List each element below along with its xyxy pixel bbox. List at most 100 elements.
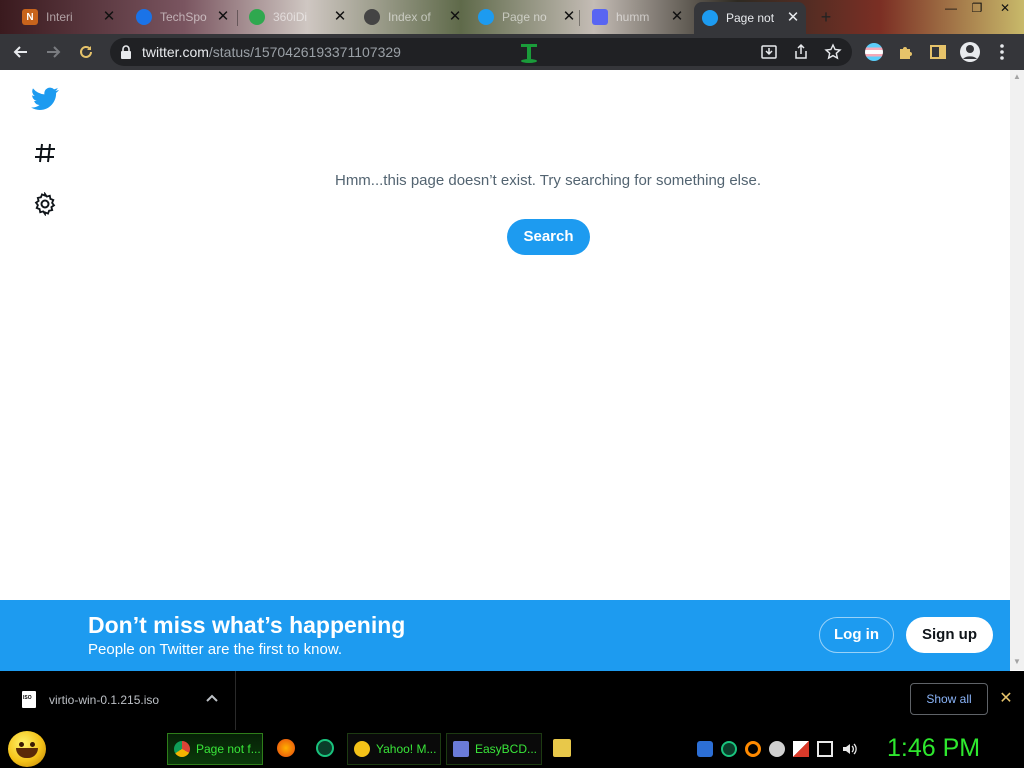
tab-close-icon[interactable]: ✕: [216, 9, 230, 24]
bookmark-star-icon[interactable]: [824, 43, 842, 61]
signup-banner: Don’t miss what’s happening People on Tw…: [0, 600, 1010, 671]
lock-icon[interactable]: [120, 45, 132, 59]
twitter-bird-icon: [31, 87, 59, 110]
status-tray-icon[interactable]: [769, 741, 785, 757]
tab-close-icon[interactable]: ✕: [102, 9, 116, 24]
gear-icon: [34, 192, 56, 216]
iso-file-icon: ISO: [22, 691, 36, 708]
back-button[interactable]: [9, 40, 33, 64]
url-path: /status/1570426193371107329: [208, 44, 401, 60]
network-tray-icon[interactable]: [817, 741, 833, 757]
login-button[interactable]: Log in: [819, 617, 894, 653]
page-extension-icon[interactable]: [518, 42, 540, 64]
profile-button[interactable]: [958, 40, 982, 64]
screen: N Interi ✕ TechSpo ✕ 360iDi ✕ Index of ✕…: [0, 0, 1024, 768]
reload-button[interactable]: [74, 40, 98, 64]
back-arrow-icon: [13, 46, 27, 58]
signup-button[interactable]: Sign up: [906, 617, 993, 653]
start-button[interactable]: [8, 731, 46, 767]
taskbar: Page not f... Yahoo! M... EasyBCD... 1:4…: [0, 730, 1024, 768]
download-shelf: ISO virtio-win-0.1.215.iso Show all ✕: [0, 671, 1024, 730]
close-shelf-icon[interactable]: ✕: [996, 689, 1016, 709]
smiley-mouth-icon: [16, 748, 38, 758]
side-panel-button[interactable]: [926, 40, 950, 64]
close-window-icon[interactable]: ✕: [992, 0, 1018, 16]
tab-close-icon[interactable]: ✕: [448, 9, 462, 24]
techspot-favicon-icon: [136, 9, 152, 25]
banner-title: Don’t miss what’s happening: [88, 612, 406, 638]
tab-close-icon[interactable]: ✕: [670, 9, 684, 24]
vpn-tray-icon[interactable]: [721, 741, 737, 757]
tab-1[interactable]: TechSpo ✕: [128, 4, 236, 30]
new-tab-button[interactable]: +: [815, 7, 837, 27]
extensions-button[interactable]: [894, 40, 918, 64]
url-text: twitter.com/status/1570426193371107329: [142, 44, 401, 60]
tab-close-icon[interactable]: ✕: [562, 9, 576, 24]
tab-2[interactable]: 360iDi ✕: [241, 4, 353, 30]
tab-close-icon[interactable]: ✕: [333, 9, 347, 24]
search-button[interactable]: Search: [507, 219, 590, 255]
tab-0[interactable]: N Interi ✕: [14, 4, 122, 30]
settings-link[interactable]: [30, 189, 60, 219]
tab-title: humm: [616, 10, 650, 24]
firefox-icon[interactable]: [277, 739, 295, 757]
explore-link[interactable]: [30, 138, 60, 168]
taskbar-app-label: Page not f...: [196, 742, 261, 756]
tab-title: Page not: [726, 11, 774, 25]
tab-4[interactable]: Page no ✕: [470, 4, 582, 30]
install-app-icon[interactable]: [760, 43, 778, 61]
download-file-name: virtio-win-0.1.215.iso: [49, 693, 160, 707]
flag-tray-icon[interactable]: [793, 741, 809, 757]
not-found-message: Hmm...this page doesn’t exist. Try searc…: [334, 172, 762, 189]
search-tray-icon[interactable]: [745, 741, 761, 757]
folder-icon[interactable]: [553, 739, 571, 757]
taskbar-app-chrome[interactable]: Page not f...: [167, 733, 263, 765]
url-domain: twitter.com: [142, 44, 209, 60]
chrome-icon: [174, 741, 190, 757]
side-panel-icon: [930, 45, 946, 59]
360-favicon-icon: [249, 9, 265, 25]
banner-subtitle: People on Twitter are the first to know.: [88, 641, 343, 658]
tab-separator: [237, 10, 238, 26]
taskbar-app-easybcd[interactable]: EasyBCD...: [446, 733, 542, 765]
kebab-menu-icon: [1000, 44, 1004, 60]
vpn-icon[interactable]: [316, 739, 334, 757]
taskbar-app-label: Yahoo! M...: [376, 742, 437, 756]
tab-title: 360iDi: [273, 10, 308, 24]
tab-6-active[interactable]: Page not ✕: [694, 2, 806, 34]
show-all-button[interactable]: Show all: [910, 683, 988, 715]
volume-icon[interactable]: [841, 741, 857, 757]
tab-5[interactable]: humm ✕: [584, 4, 690, 30]
tab-strip: N Interi ✕ TechSpo ✕ 360iDi ✕ Index of ✕…: [0, 0, 1024, 34]
tab-title: Index of: [388, 10, 431, 24]
extension-button[interactable]: [862, 40, 886, 64]
chevron-up-icon[interactable]: [204, 691, 220, 707]
taskbar-app-yahoo[interactable]: Yahoo! M...: [347, 733, 441, 765]
page-content: Hmm...this page doesn’t exist. Try searc…: [0, 70, 1010, 600]
tab-title: TechSpo: [160, 10, 207, 24]
shield-tray-icon[interactable]: [697, 741, 713, 757]
yahoo-messenger-icon: [354, 741, 370, 757]
tab-3[interactable]: Index of ✕: [356, 4, 468, 30]
scroll-up-icon[interactable]: ▲: [1013, 72, 1021, 81]
scroll-down-icon[interactable]: ▼: [1013, 657, 1021, 666]
forward-arrow-icon: [47, 46, 61, 58]
taskbar-clock[interactable]: 1:46 PM: [887, 734, 980, 763]
forward-button[interactable]: [41, 40, 65, 64]
file-type-label: ISO: [23, 695, 32, 701]
restore-icon[interactable]: ❐: [964, 0, 990, 16]
address-bar[interactable]: twitter.com/status/1570426193371107329: [110, 38, 852, 66]
reload-icon: [80, 45, 92, 58]
hashtag-icon: [35, 143, 55, 163]
tab-close-icon[interactable]: ✕: [786, 10, 800, 25]
share-icon[interactable]: [792, 43, 810, 61]
vertical-scrollbar[interactable]: ▲ ▼: [1010, 70, 1024, 670]
easybcd-icon: [453, 741, 469, 757]
twitter-home-link[interactable]: [30, 84, 60, 114]
menu-button[interactable]: [990, 40, 1014, 64]
download-item[interactable]: ISO virtio-win-0.1.215.iso: [0, 671, 236, 730]
puzzle-icon: [900, 47, 912, 59]
profile-flag-icon: [865, 43, 883, 61]
smiley-eye-icon: [30, 742, 35, 747]
minimize-icon[interactable]: —: [938, 0, 964, 16]
